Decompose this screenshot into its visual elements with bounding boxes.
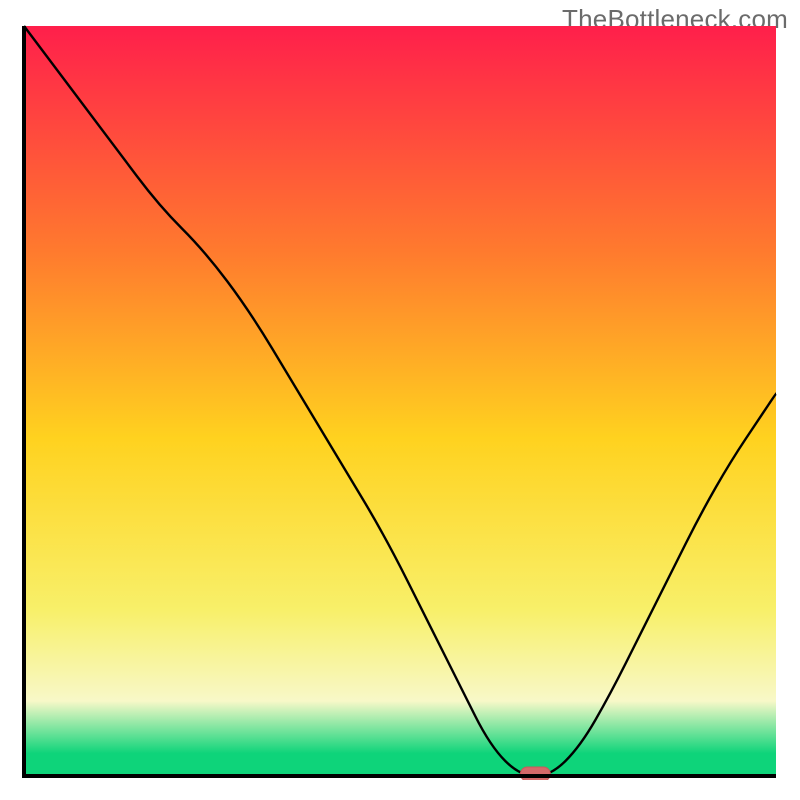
minimum-marker: [520, 767, 550, 780]
bottleneck-plot: [20, 24, 780, 780]
gradient-background: [24, 26, 776, 776]
plot-area: [20, 24, 780, 780]
chart-stage: TheBottleneck.com: [0, 0, 800, 800]
